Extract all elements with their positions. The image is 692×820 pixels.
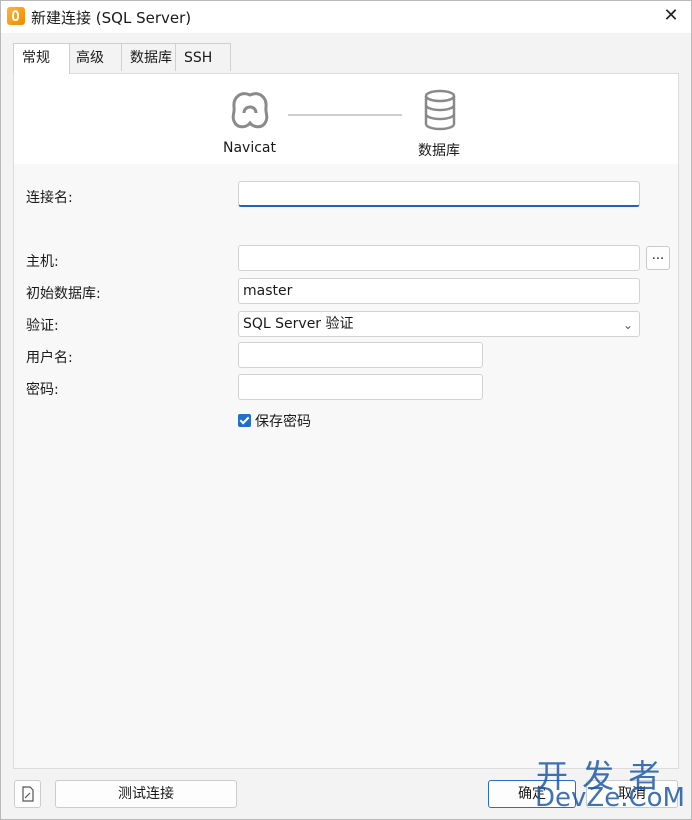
username-label: 用户名: bbox=[26, 350, 73, 366]
navicat-label: Navicat bbox=[223, 140, 276, 156]
database-icon bbox=[424, 89, 456, 131]
dialog-window: 新建连接 (SQL Server) ✕ 常规 高级 数据库 SSH Navica… bbox=[0, 0, 692, 820]
navicat-logo-icon bbox=[231, 92, 269, 129]
tab-advanced[interactable]: 高级 bbox=[67, 43, 123, 71]
save-password-checkbox[interactable] bbox=[238, 414, 251, 427]
auth-select[interactable]: SQL Server 验证 ⌄ bbox=[238, 311, 640, 337]
connector-line bbox=[288, 114, 402, 116]
document-edit-icon bbox=[21, 786, 34, 802]
window-title: 新建连接 (SQL Server) bbox=[31, 9, 192, 27]
username-input[interactable] bbox=[238, 342, 483, 368]
cancel-button[interactable]: 取消 bbox=[586, 780, 678, 808]
host-label: 主机: bbox=[26, 254, 59, 270]
host-browse-button[interactable]: ... bbox=[646, 246, 670, 270]
connection-info-button[interactable] bbox=[14, 780, 41, 808]
test-connection-button[interactable]: 测试连接 bbox=[55, 780, 237, 808]
password-label: 密码: bbox=[26, 382, 59, 398]
password-input[interactable] bbox=[238, 374, 483, 400]
tab-ssh[interactable]: SSH bbox=[175, 43, 231, 71]
ok-button[interactable]: 确定 bbox=[488, 780, 576, 808]
connection-name-input[interactable] bbox=[238, 181, 640, 207]
initial-database-input[interactable]: master bbox=[238, 278, 640, 304]
connection-name-label: 连接名: bbox=[26, 190, 73, 206]
general-panel bbox=[13, 73, 679, 769]
title-bar: 新建连接 (SQL Server) ✕ bbox=[1, 1, 691, 33]
initial-database-label: 初始数据库: bbox=[26, 286, 101, 302]
tab-general[interactable]: 常规 bbox=[13, 43, 70, 74]
close-button[interactable]: ✕ bbox=[657, 3, 685, 29]
host-input[interactable] bbox=[238, 245, 640, 271]
navicat-app-icon bbox=[7, 7, 25, 25]
auth-label: 验证: bbox=[26, 318, 59, 334]
database-label: 数据库 bbox=[418, 143, 460, 159]
connection-banner bbox=[14, 74, 678, 164]
auth-select-value: SQL Server 验证 bbox=[243, 316, 354, 332]
save-password-label[interactable]: 保存密码 bbox=[255, 411, 311, 431]
chevron-down-icon: ⌄ bbox=[622, 318, 633, 332]
